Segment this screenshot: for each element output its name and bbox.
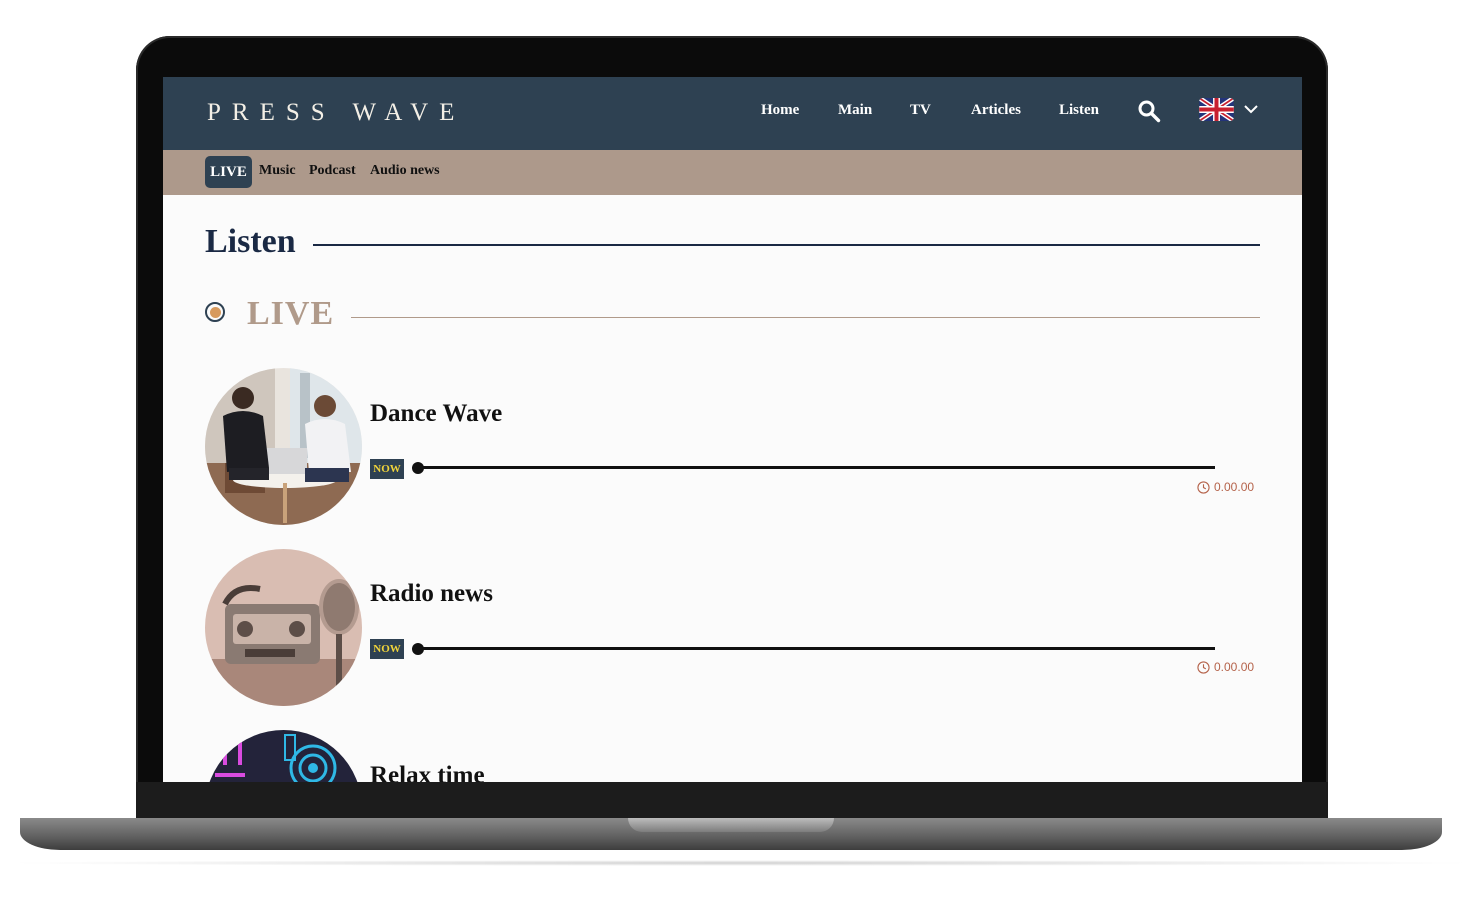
subnav-live-tab[interactable]: LIVE [205, 156, 252, 188]
laptop-shadow [0, 860, 1482, 866]
site-logo[interactable]: PRESS WAVE [207, 99, 465, 127]
laptop-chin [136, 782, 1328, 822]
search-icon[interactable] [1137, 99, 1161, 123]
clock-icon [1197, 481, 1210, 494]
station-title[interactable]: Dance Wave [370, 400, 502, 428]
nav-main[interactable]: Main [838, 102, 872, 119]
nav-articles[interactable]: Articles [971, 102, 1021, 119]
now-badge: NOW [370, 639, 404, 659]
title-divider [313, 244, 1260, 246]
subnav-music[interactable]: Music [259, 163, 296, 179]
laptop-notch [628, 818, 834, 832]
progress-handle[interactable] [412, 643, 424, 655]
subnav-audio-news[interactable]: Audio news [370, 163, 440, 179]
top-navbar: PRESS WAVE Home Main TV Articles Listen [163, 77, 1302, 150]
station-title[interactable]: Radio news [370, 580, 493, 608]
nav-home[interactable]: Home [761, 102, 799, 119]
station-thumbnail[interactable] [205, 730, 362, 782]
elapsed-time: 0.00.00 [1214, 480, 1255, 494]
clock-icon [1197, 661, 1210, 674]
page-title: Listen [205, 223, 296, 260]
sub-navbar: LIVE Music Podcast Audio news [163, 150, 1302, 195]
live-indicator-dot [209, 306, 221, 318]
section-divider [351, 317, 1260, 318]
uk-flag-icon[interactable] [1199, 98, 1234, 121]
chevron-down-icon[interactable] [1243, 103, 1259, 115]
station-thumbnail[interactable] [205, 368, 362, 525]
now-badge: NOW [370, 459, 404, 479]
progress-track[interactable] [417, 647, 1215, 650]
section-heading: LIVE [247, 295, 335, 332]
subnav-podcast[interactable]: Podcast [309, 163, 356, 179]
station-thumbnail[interactable] [205, 549, 362, 706]
elapsed-time: 0.00.00 [1214, 660, 1255, 674]
station-title[interactable]: Relax time [370, 762, 485, 782]
screen: PRESS WAVE Home Main TV Articles Listen … [163, 77, 1302, 782]
nav-tv[interactable]: TV [910, 102, 931, 119]
nav-listen[interactable]: Listen [1059, 102, 1099, 119]
progress-track[interactable] [417, 466, 1215, 469]
progress-handle[interactable] [412, 462, 424, 474]
